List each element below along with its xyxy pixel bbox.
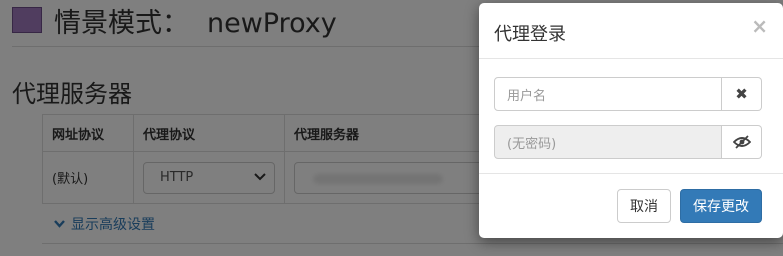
dialog-title: 代理登录 xyxy=(494,24,566,45)
times-icon[interactable]: ✖ xyxy=(722,77,762,111)
close-icon[interactable]: × xyxy=(751,16,768,36)
proxy-login-dialog: 代理登录 × 用户名 ✖ (无密码) 取消 保存更改 xyxy=(479,3,783,238)
password-input[interactable]: (无密码) xyxy=(494,125,722,159)
password-group: (无密码) xyxy=(494,125,762,159)
username-input[interactable]: 用户名 xyxy=(494,77,722,111)
dialog-body: 用户名 ✖ (无密码) xyxy=(479,60,783,173)
dialog-footer: 取消 保存更改 xyxy=(479,173,783,238)
dialog-header: 代理登录 × xyxy=(479,3,783,59)
save-button[interactable]: 保存更改 xyxy=(680,189,762,223)
eye-slash-icon[interactable] xyxy=(722,125,762,159)
cancel-button[interactable]: 取消 xyxy=(617,189,671,223)
username-group: 用户名 ✖ xyxy=(494,77,762,111)
